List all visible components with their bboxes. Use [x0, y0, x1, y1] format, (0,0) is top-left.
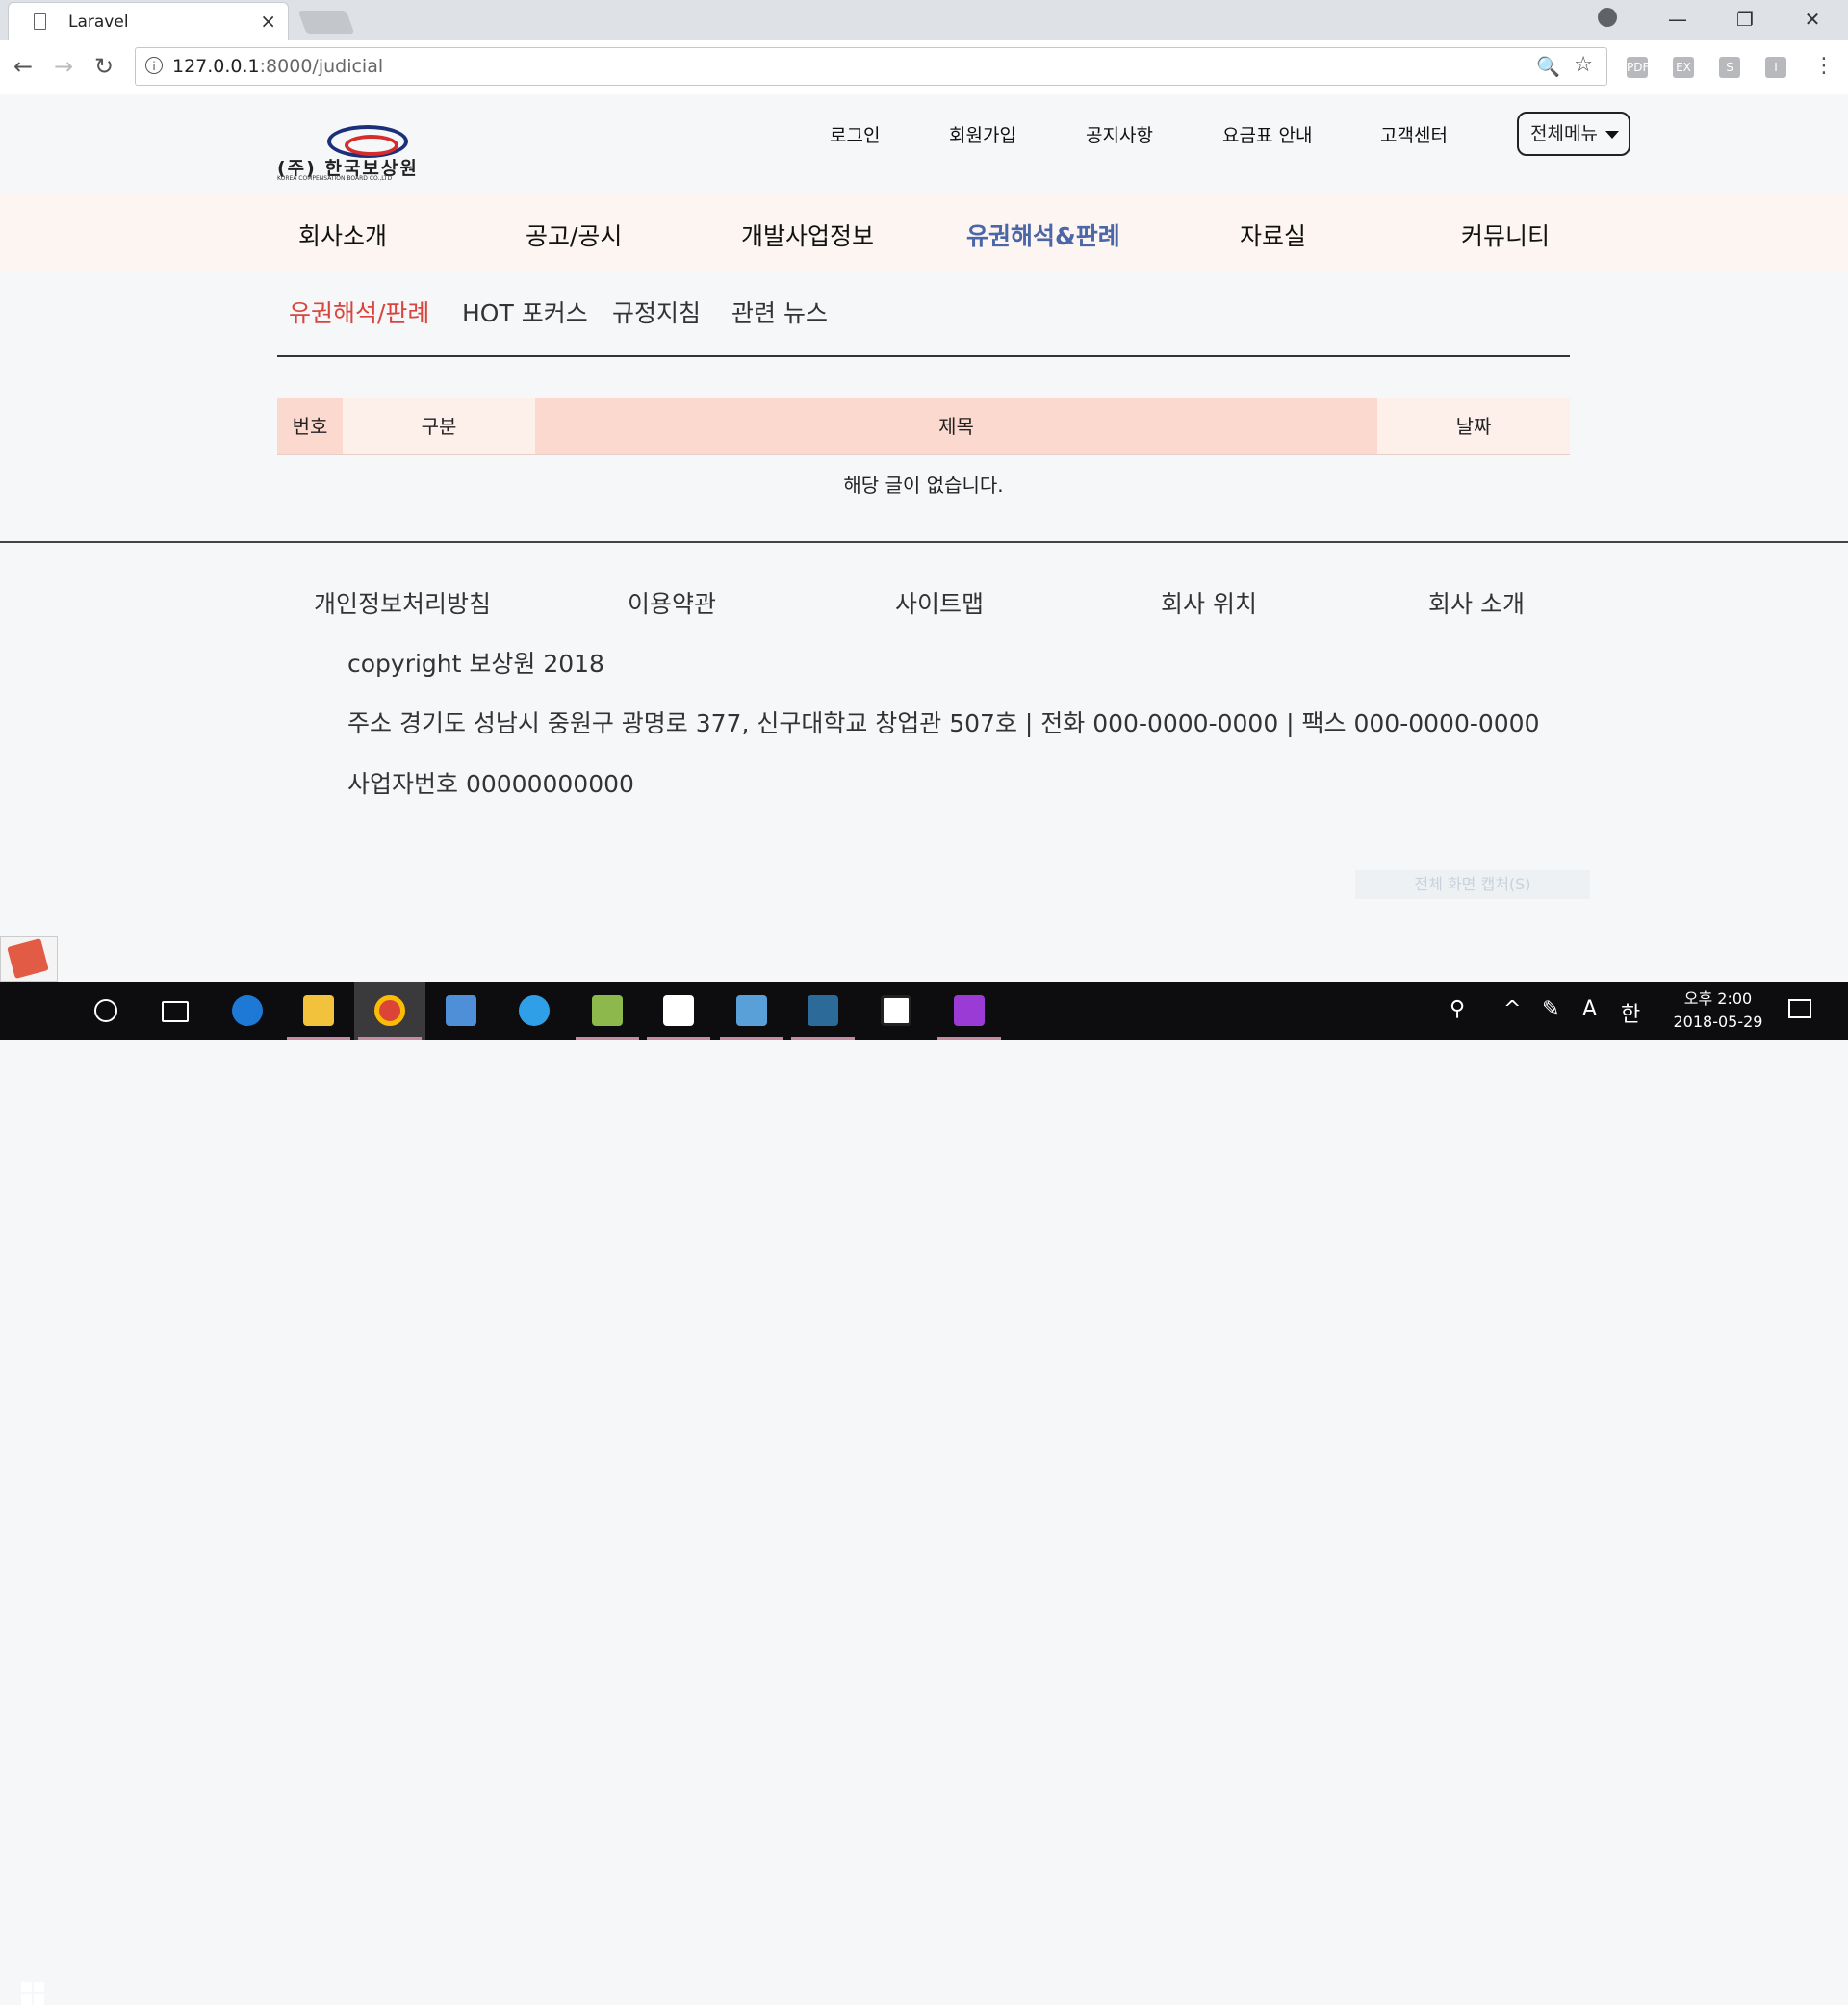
windows-start-icon[interactable]	[21, 1982, 44, 2005]
col-date: 날짜	[1377, 398, 1570, 455]
mysql-workbench-icon[interactable]	[787, 982, 859, 1040]
control-panel-icon[interactable]	[425, 982, 497, 1040]
system-clock[interactable]: 오후 2:00 2018-05-29	[1665, 988, 1771, 1034]
lambda-app-icon[interactable]	[572, 982, 643, 1040]
page-icon	[34, 13, 46, 30]
login-link[interactable]: 로그인	[830, 121, 880, 147]
pricing-link[interactable]: 요금표 안내	[1222, 121, 1312, 147]
chrome-icon[interactable]	[354, 982, 425, 1040]
pdf-extension-icon[interactable]: PDF	[1627, 57, 1649, 78]
notice-link[interactable]: 공지사항	[1086, 121, 1153, 147]
site-info-icon[interactable]: i	[145, 57, 163, 74]
nav-development-info[interactable]: 개발사업정보	[741, 218, 874, 252]
all-menu-button[interactable]: 전체메뉴	[1517, 112, 1630, 156]
table-header: 번호 구분 제목 날짜	[277, 398, 1570, 455]
phpstorm-icon[interactable]	[934, 982, 1005, 1040]
tab-title: Laravel	[68, 13, 129, 32]
nav-company-intro[interactable]: 회사소개	[298, 218, 387, 252]
pen-icon[interactable]: ✎	[1542, 997, 1559, 1021]
browser-toolbar: ← → ↻ i 127.0.0.1:8000/judicial 🔍 ☆ PDF …	[0, 40, 1848, 95]
ime-mode-icon[interactable]: A	[1582, 997, 1597, 1021]
customer-center-link[interactable]: 고객센터	[1380, 121, 1448, 147]
footer-terms-link[interactable]: 이용약관	[628, 585, 716, 620]
subtab-related-news[interactable]: 관련 뉴스	[732, 295, 828, 329]
signup-link[interactable]: 회원가입	[949, 121, 1016, 147]
screen-capture-button[interactable]: 전체 화면 캡처(S)	[1355, 870, 1590, 899]
site-logo[interactable]: (주) 한국보상원 KOREA COMPENSATION BOARD CO.,L…	[277, 125, 460, 182]
browser-menu-icon[interactable]: ⋮	[1813, 54, 1835, 78]
footer-about-link[interactable]: 회사 소개	[1428, 585, 1525, 620]
notification-center-icon[interactable]	[1788, 999, 1811, 1018]
main-nav: 회사소개 공고/공시 개발사업정보 유권해석&판례 자료실 커뮤니티	[0, 194, 1848, 271]
ex-extension-icon[interactable]: EX	[1673, 57, 1694, 78]
floating-app-icon[interactable]	[0, 936, 58, 982]
nav-announcements[interactable]: 공고/공시	[526, 218, 622, 252]
footer-sitemap-link[interactable]: 사이트맵	[895, 585, 984, 620]
footer-location-link[interactable]: 회사 위치	[1161, 585, 1257, 620]
show-hidden-icons-chevron-icon[interactable]: ^	[1503, 997, 1521, 1021]
logo-emblem-icon	[327, 125, 408, 158]
col-title: 제목	[535, 398, 1377, 455]
new-tab-button[interactable]	[297, 11, 355, 34]
nav-archive[interactable]: 자료실	[1240, 218, 1306, 252]
footer-divider	[0, 541, 1848, 543]
i-extension-icon[interactable]: I	[1765, 57, 1786, 78]
minimize-button[interactable]: —	[1650, 4, 1706, 35]
url-text[interactable]: 127.0.0.1:8000/judicial	[172, 56, 383, 77]
restore-button[interactable]: ❐	[1717, 4, 1773, 35]
tab-close-icon[interactable]: ×	[260, 10, 276, 33]
forward-icon[interactable]: →	[54, 53, 73, 80]
col-category: 구분	[343, 398, 535, 455]
task-view-icon[interactable]	[139, 982, 210, 1040]
zoom-icon[interactable]: 🔍	[1536, 55, 1560, 78]
all-menu-label: 전체메뉴	[1530, 123, 1598, 144]
footer-business-number: 사업자번호 00000000000	[347, 770, 634, 798]
clock-time: 오후 2:00	[1683, 990, 1753, 1008]
empty-table-message: 해당 글이 없습니다.	[843, 474, 1004, 497]
browser-tab-strip: Laravel × — ❐ ✕	[0, 0, 1848, 40]
nav-community[interactable]: 커뮤니티	[1461, 218, 1550, 252]
bookmark-star-icon[interactable]: ☆	[1574, 53, 1593, 77]
footer-address: 주소 경기도 성남시 중원구 광명로 377, 신구대학교 창업관 507호 |…	[347, 709, 1540, 737]
caret-down-icon	[1605, 131, 1619, 139]
subtab-hot-focus[interactable]: HOT 포커스	[462, 295, 588, 329]
file-explorer-icon[interactable]	[283, 982, 354, 1040]
section-divider	[277, 355, 1570, 357]
s-extension-icon[interactable]: S	[1719, 57, 1740, 78]
subtab-interpretation[interactable]: 유권해석/판례	[289, 295, 429, 329]
logo-subtext: KOREA COMPENSATION BOARD CO.,LTD	[277, 175, 393, 182]
edge-browser-icon[interactable]	[212, 982, 283, 1040]
language-icon[interactable]: 한	[1621, 997, 1640, 1028]
search-icon[interactable]	[69, 982, 141, 1040]
subtab-regulations[interactable]: 규정지침	[612, 295, 701, 329]
browser-tab[interactable]: Laravel ×	[8, 2, 289, 40]
back-icon[interactable]: ←	[13, 53, 33, 80]
windows-taskbar	[0, 982, 1848, 2005]
table-header-border	[277, 454, 1570, 455]
photos-icon[interactable]	[860, 982, 932, 1040]
people-icon[interactable]: ⚲	[1450, 997, 1465, 1021]
address-bar[interactable]: i 127.0.0.1:8000/judicial 🔍 ☆	[135, 47, 1607, 86]
internet-explorer-icon[interactable]	[499, 982, 570, 1040]
reload-icon[interactable]: ↻	[94, 53, 114, 80]
nav-interpretation-cases[interactable]: 유권해석&판례	[966, 218, 1120, 252]
footer-privacy-link[interactable]: 개인정보처리방침	[314, 585, 491, 620]
archive-app-icon[interactable]	[716, 982, 787, 1040]
clock-date: 2018-05-29	[1673, 1013, 1763, 1031]
footer-copyright: copyright 보상원 2018	[347, 650, 604, 678]
profile-icon[interactable]	[1598, 8, 1617, 27]
close-window-button[interactable]: ✕	[1784, 4, 1840, 35]
col-number: 번호	[277, 398, 343, 455]
sticky-app-icon[interactable]	[643, 982, 714, 1040]
